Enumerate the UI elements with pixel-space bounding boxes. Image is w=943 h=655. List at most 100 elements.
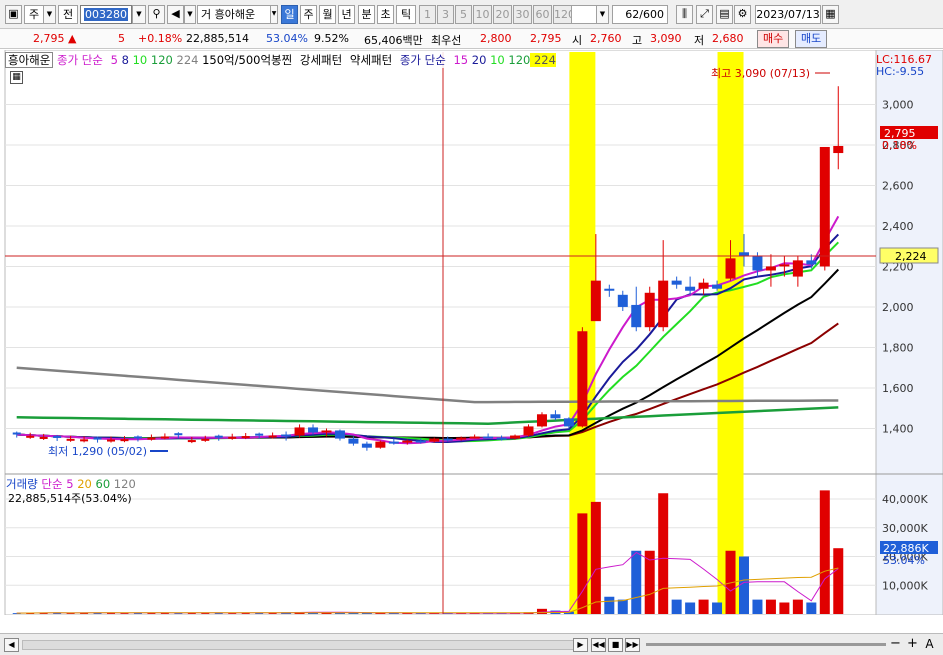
volume-bar — [698, 599, 709, 614]
period-week-button[interactable]: 주 — [300, 5, 317, 24]
volume-bar — [671, 599, 682, 614]
trade-amount: 65,406백만 — [364, 34, 423, 47]
gear-icon[interactable]: ⚙ — [734, 5, 751, 24]
candle-body — [469, 436, 480, 439]
candle-body — [833, 145, 844, 154]
period-year-button[interactable]: 년 — [338, 5, 355, 24]
interval-button-5[interactable]: 5 — [455, 5, 472, 24]
period-day-button[interactable]: 일 — [281, 5, 298, 24]
candle-body — [631, 304, 642, 328]
candle-body — [604, 288, 615, 291]
period-second-button[interactable]: 초 — [377, 5, 394, 24]
interval-dropdown-icon[interactable]: ▼ — [596, 5, 609, 24]
price-chart[interactable]: 3,0002,8002,6002,4002,2002,0001,8001,600… — [0, 50, 943, 615]
chevron-down-icon[interactable]: ▼ — [43, 5, 56, 24]
stop-icon[interactable]: ■ — [608, 638, 623, 652]
grid-toggle-icon[interactable]: ▦ — [10, 71, 23, 84]
candle-body — [658, 280, 669, 328]
window-icon[interactable]: ▣ — [5, 5, 22, 24]
chart-legend: 흥아해운 종가 단순 5 8 10 120 224 150억/500억봉찐 강세… — [5, 52, 556, 68]
candle-body — [577, 331, 588, 427]
bottom-scrollbar: ◀ ▶ ◀◀ ■ ▶▶ − + A — [0, 633, 943, 655]
zoom-in-icon[interactable]: + — [905, 637, 920, 652]
candle-body — [66, 438, 75, 441]
zoom-out-icon[interactable]: − — [888, 637, 903, 652]
open-price: 2,760 — [590, 32, 622, 45]
candle-settings-icon[interactable]: ⫼ — [676, 5, 693, 24]
candle-body — [321, 430, 332, 433]
interval-button-1[interactable]: 1 — [419, 5, 436, 24]
stock-name-field[interactable]: 거 흥아해운 — [197, 5, 271, 24]
candle-body — [39, 436, 48, 439]
horizontal-scrollbar[interactable] — [22, 640, 574, 650]
candle-body — [402, 440, 413, 443]
name-dropdown-icon[interactable]: ▼ — [270, 5, 278, 24]
candle-body — [644, 292, 655, 328]
interval-button-20[interactable]: 20 — [493, 5, 512, 24]
candle-body — [765, 266, 776, 271]
volume-bar — [819, 490, 830, 614]
calendar-icon[interactable]: ▦ — [822, 5, 839, 24]
candle-body — [550, 414, 561, 419]
stock-code-input[interactable]: 003280 — [80, 5, 132, 24]
candle-body — [536, 414, 547, 427]
font-size-icon[interactable]: A — [922, 638, 937, 652]
candle-body — [160, 436, 169, 439]
candle-body — [255, 433, 264, 436]
candle-body — [107, 439, 116, 442]
volume-tick-label: 10,000K — [882, 579, 928, 592]
forward-icon[interactable]: ▶▶ — [625, 638, 640, 652]
buy-button[interactable]: 매수 — [757, 30, 790, 48]
scroll-left-icon[interactable]: ◀ — [4, 638, 19, 652]
candle-body — [241, 436, 250, 439]
up-arrow-icon: ▲ — [68, 32, 77, 45]
candle-body — [456, 437, 467, 440]
code-dropdown-icon[interactable]: ▼ — [132, 5, 146, 24]
main-toolbar: ▣ 주 ▼ 전 003280 ▼ ⚲ ◀ ▼ 거 흥아해운 ▼ 일 주 월 년 … — [0, 0, 943, 29]
period-month-button[interactable]: 월 — [319, 5, 336, 24]
save-icon[interactable]: ▤ — [716, 5, 733, 24]
interval-button-3[interactable]: 3 — [437, 5, 454, 24]
candle-body — [375, 441, 386, 448]
high-label: 고 — [632, 34, 643, 47]
interval-button-60[interactable]: 60 — [533, 5, 552, 24]
market-select[interactable]: 주 — [24, 5, 44, 24]
rewind-icon[interactable]: ◀◀ — [591, 638, 606, 652]
candle-body — [671, 280, 682, 285]
volume-value: 22,885,514 — [186, 32, 249, 45]
interval-button-10[interactable]: 10 — [473, 5, 492, 24]
price-tick-label: 2,000 — [882, 301, 914, 314]
quote-bar: 2,795 ▲ 5 +0.18% 22,885,514 53.04% 9.52%… — [0, 29, 943, 49]
volume-period-20: 20 — [73, 477, 92, 491]
candle-body — [617, 294, 628, 307]
date-field[interactable]: 2023/07/13 — [755, 5, 821, 24]
scroll-right-icon[interactable]: ▶ — [573, 638, 588, 652]
candle-body — [214, 435, 223, 438]
candle-body — [294, 427, 305, 436]
volume-bar — [658, 493, 669, 614]
speaker-dropdown-icon[interactable]: ▼ — [184, 5, 196, 24]
speaker-icon[interactable]: ◀ — [167, 5, 184, 24]
candle-body — [725, 258, 736, 279]
price-tick-label: 2,400 — [882, 220, 914, 233]
period-tick-button[interactable]: 틱 — [396, 5, 416, 24]
legend-stock-name[interactable]: 흥아해운 — [5, 52, 54, 68]
period-minute-button[interactable]: 분 — [358, 5, 375, 24]
interval-button-30[interactable]: 30 — [513, 5, 532, 24]
volume-bar — [738, 556, 749, 614]
zoom-icon[interactable]: ⤢ — [696, 5, 713, 24]
search-icon[interactable]: ⚲ — [148, 5, 165, 24]
volume-label: 거래량 — [6, 477, 38, 491]
stock-name: 흥아해운 — [214, 8, 256, 21]
volume-bar — [792, 599, 803, 614]
candle-body — [26, 435, 35, 438]
sell-button[interactable]: 매도 — [795, 30, 828, 48]
candle-body — [698, 282, 709, 289]
volume-bar — [765, 599, 776, 614]
zoom-slider[interactable] — [646, 643, 886, 646]
ma2-period-20: 20 — [468, 53, 487, 67]
view-count-field[interactable]: 62/600 — [612, 5, 668, 24]
candle-body — [120, 439, 129, 442]
ma-period-120: 120 — [147, 53, 173, 67]
type-select[interactable]: 전 — [58, 5, 78, 24]
